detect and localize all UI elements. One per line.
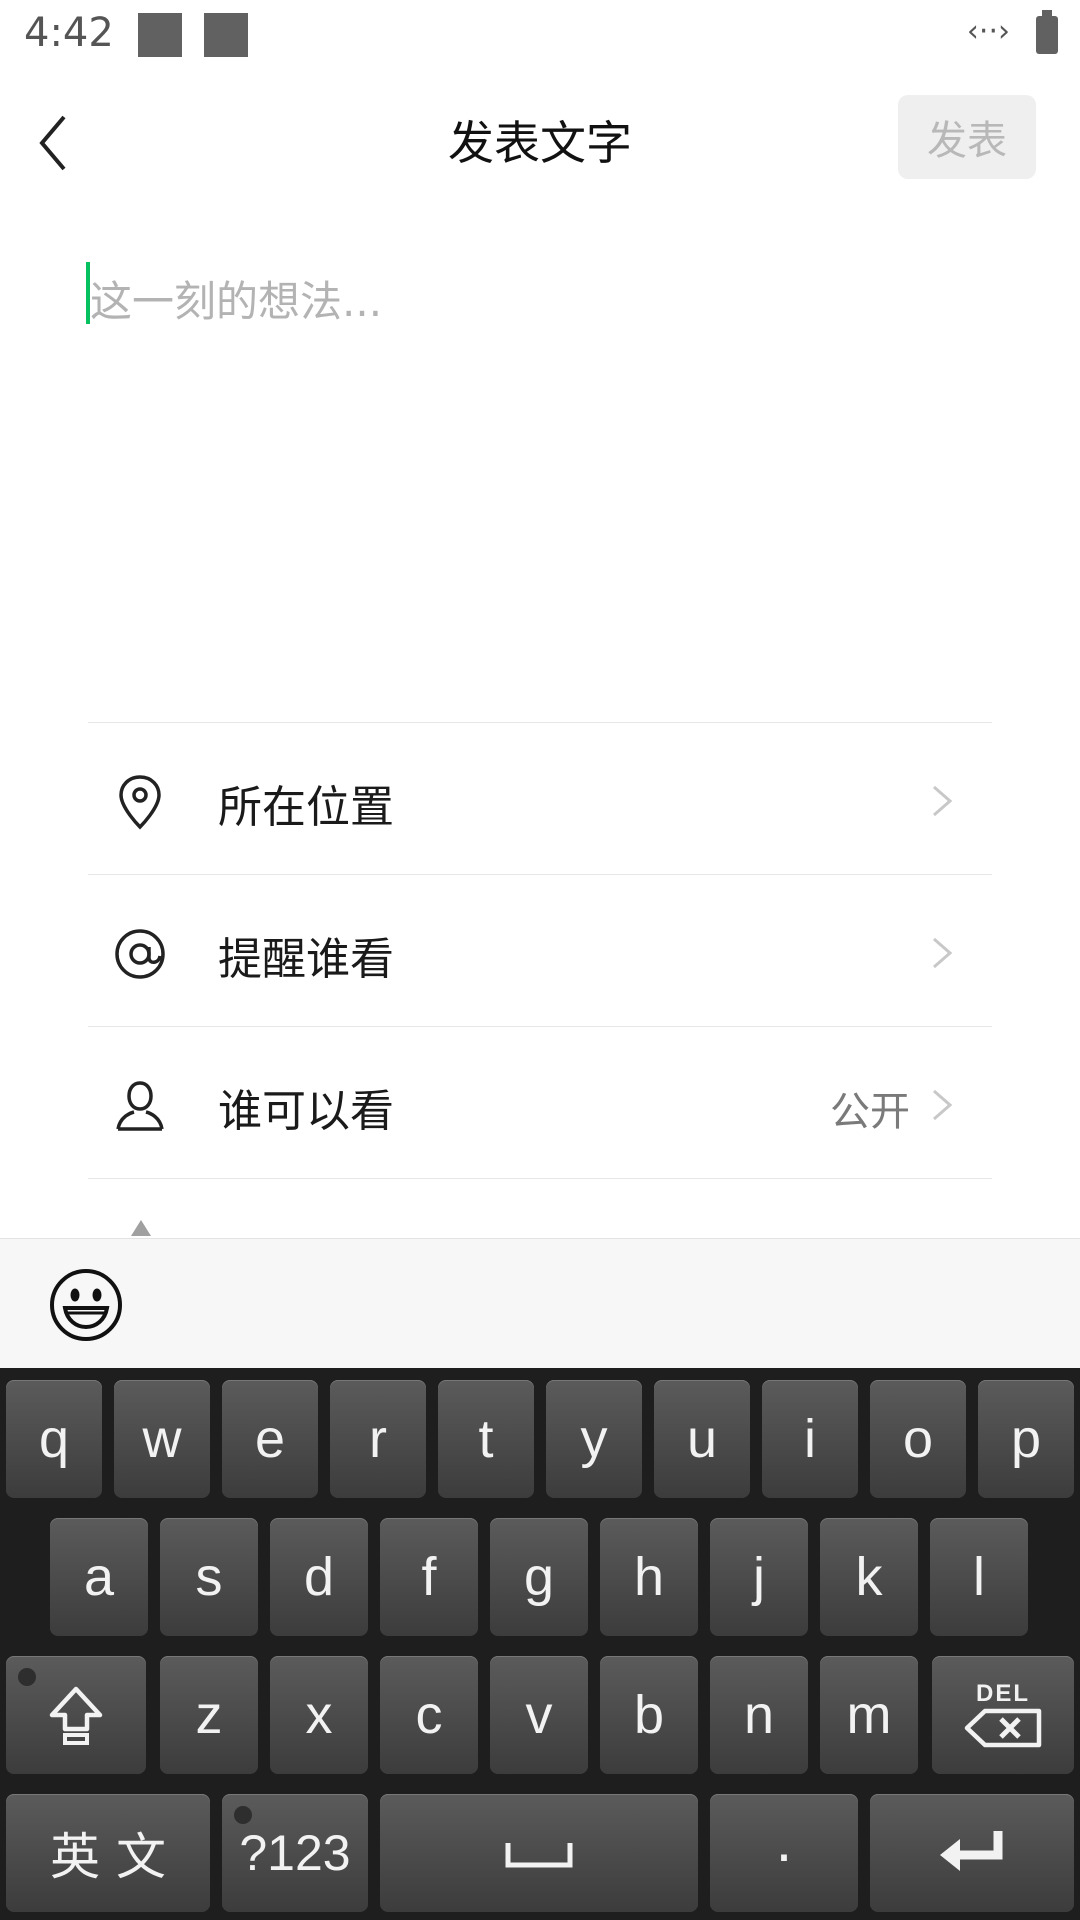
chevron-right-icon — [933, 1089, 953, 1121]
language-switch-key[interactable]: 英 文 — [6, 1794, 210, 1912]
shift-key[interactable] — [6, 1656, 146, 1774]
tooltip-arrow — [131, 1220, 151, 1236]
key-s[interactable]: s — [160, 1518, 258, 1636]
publish-button[interactable]: 发表 — [898, 95, 1036, 179]
key-i[interactable]: i — [762, 1380, 858, 1498]
emoji-icon[interactable] — [48, 1267, 124, 1343]
option-mention[interactable]: 提醒谁看 — [88, 875, 992, 1026]
key-x[interactable]: x — [270, 1656, 368, 1774]
key-h[interactable]: h — [600, 1518, 698, 1636]
option-label: 提醒谁看 — [218, 934, 394, 985]
delete-key[interactable]: DEL — [932, 1656, 1074, 1774]
option-visibility[interactable]: 谁可以看 公开 — [88, 1027, 992, 1178]
key-a[interactable]: a — [50, 1518, 148, 1636]
notification-icon — [204, 13, 248, 57]
key-f[interactable]: f — [380, 1518, 478, 1636]
key-m[interactable]: m — [820, 1656, 918, 1774]
option-label: 所在位置 — [218, 782, 394, 833]
option-location[interactable]: 所在位置 — [88, 723, 992, 874]
key-t[interactable]: t — [438, 1380, 534, 1498]
key-n[interactable]: n — [710, 1656, 808, 1774]
key-g[interactable]: g — [490, 1518, 588, 1636]
key-v[interactable]: v — [490, 1656, 588, 1774]
key-z[interactable]: z — [160, 1656, 258, 1774]
status-bar: 4:42 ‹··› — [0, 0, 1080, 75]
soft-keyboard: q w e r t y u i o p a s d f g h j k l z … — [0, 1368, 1080, 1920]
space-icon — [505, 1843, 573, 1868]
enter-icon — [940, 1831, 1003, 1871]
option-value: 公开 — [830, 1089, 910, 1135]
key-e[interactable]: e — [222, 1380, 318, 1498]
emoji-toolbar — [0, 1238, 1080, 1369]
data-sync-icon: ‹··› — [966, 14, 1010, 49]
key-y[interactable]: y — [546, 1380, 642, 1498]
symbols-key[interactable]: ?123 — [222, 1794, 368, 1912]
chevron-right-icon — [933, 937, 953, 969]
battery-icon — [1036, 10, 1058, 54]
key-k[interactable]: k — [820, 1518, 918, 1636]
option-label: 谁可以看 — [218, 1086, 394, 1137]
key-o[interactable]: o — [870, 1380, 966, 1498]
person-icon — [116, 1081, 164, 1131]
delete-key-label: DEL — [976, 1680, 1030, 1707]
key-indicator-dot — [18, 1668, 36, 1686]
key-b[interactable]: b — [600, 1656, 698, 1774]
key-j[interactable]: j — [710, 1518, 808, 1636]
key-q[interactable]: q — [6, 1380, 102, 1498]
key-p[interactable]: p — [978, 1380, 1074, 1498]
post-text-placeholder: 这一刻的想法... — [90, 277, 383, 326]
header: 发表文字 发表 — [0, 75, 1080, 205]
key-w[interactable]: w — [114, 1380, 210, 1498]
post-options-list: 所在位置 提醒谁看 谁可以看 公开 — [88, 722, 992, 1179]
backspace-icon — [964, 1708, 1042, 1748]
shift-icon — [49, 1686, 103, 1745]
divider — [88, 1178, 992, 1179]
post-text-input[interactable]: 这一刻的想法... — [86, 260, 986, 340]
key-l[interactable]: l — [930, 1518, 1028, 1636]
location-pin-icon — [119, 775, 161, 830]
key-c[interactable]: c — [380, 1656, 478, 1774]
space-key[interactable] — [380, 1794, 698, 1912]
at-icon — [115, 929, 165, 979]
key-u[interactable]: u — [654, 1380, 750, 1498]
chevron-right-icon — [933, 785, 953, 817]
key-r[interactable]: r — [330, 1380, 426, 1498]
key-indicator-dot — [234, 1806, 252, 1824]
symbols-key-label: ?123 — [239, 1825, 351, 1881]
period-key[interactable]: · — [710, 1794, 858, 1912]
notification-icon — [138, 13, 182, 57]
status-time: 4:42 — [24, 10, 114, 56]
key-d[interactable]: d — [270, 1518, 368, 1636]
enter-key[interactable] — [870, 1794, 1074, 1912]
